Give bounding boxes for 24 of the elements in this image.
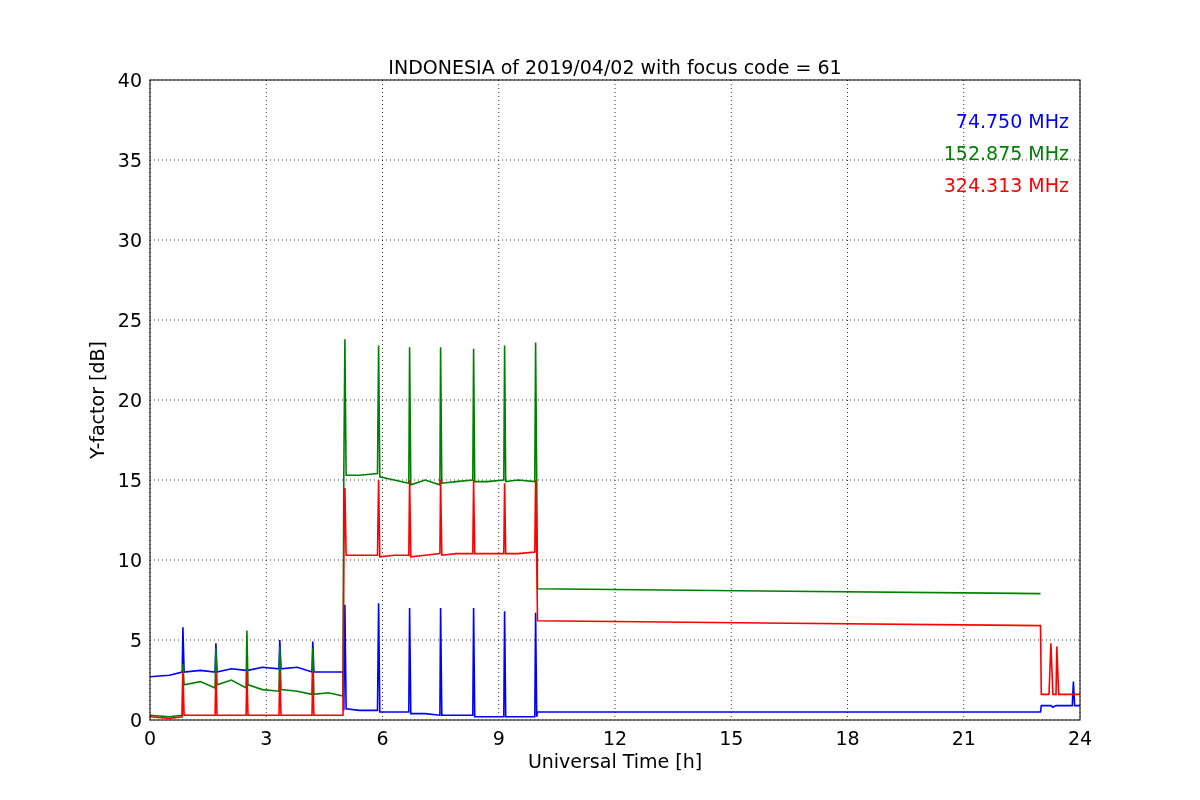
y-tick-label: 5 xyxy=(129,629,142,651)
y-tick-label: 10 xyxy=(117,549,142,571)
x-tick-label: 12 xyxy=(602,727,628,749)
y-tick-label: 40 xyxy=(117,69,142,91)
x-tick-label: 0 xyxy=(143,727,157,749)
y-tick-label: 20 xyxy=(117,389,142,411)
x-tick-label: 9 xyxy=(492,727,505,749)
x-tick-label: 15 xyxy=(719,727,744,749)
chart-title: INDONESIA of 2019/04/02 with focus code = 61 xyxy=(388,56,842,78)
x-tick-label: 18 xyxy=(835,727,860,749)
x-tick-label: 24 xyxy=(1067,727,1093,749)
y-tick-label: 30 xyxy=(117,229,142,251)
y-tick-label: 35 xyxy=(117,149,142,171)
legend-label: 74.750 MHz xyxy=(955,110,1069,132)
legend-label: 324.313 MHz xyxy=(943,174,1069,196)
x-tick-label: 3 xyxy=(260,727,273,749)
y-tick-label: 0 xyxy=(129,709,142,731)
x-axis-label: Universal Time [h] xyxy=(527,750,703,772)
x-tick-label: 21 xyxy=(951,727,976,749)
y-tick-label: 25 xyxy=(117,309,142,331)
y-tick-label: 15 xyxy=(117,469,142,491)
y-axis-label: Y-factor [dB] xyxy=(86,341,108,459)
x-tick-label: 6 xyxy=(376,727,389,749)
legend-label: 152.875 MHz xyxy=(943,142,1069,164)
